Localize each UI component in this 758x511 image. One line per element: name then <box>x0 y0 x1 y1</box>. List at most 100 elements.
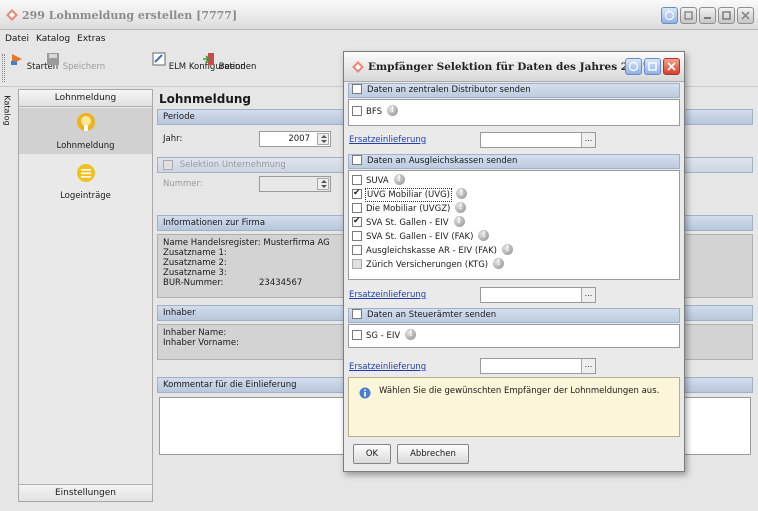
recipient-item-die-mobiliar[interactable]: Die Mobiliar (UVGZ) <box>352 201 467 215</box>
window-info-button[interactable] <box>661 7 678 24</box>
window-title: 299 Lohnmeldung erstellen [7777] <box>22 9 238 22</box>
browse-button-3[interactable]: ... <box>581 359 595 373</box>
start-icon <box>11 54 22 65</box>
dialog-info-button[interactable] <box>625 58 642 75</box>
distributor-checkbox[interactable] <box>352 83 362 94</box>
menu-datei[interactable]: Datei <box>5 34 29 44</box>
bulb-icon <box>76 113 95 131</box>
catalog-item-logeintraege[interactable]: Logeinträge <box>19 158 152 202</box>
quit-button[interactable]: Beenden <box>202 52 256 72</box>
info-icon[interactable] <box>493 257 505 269</box>
close-icon <box>667 62 676 71</box>
recipient-item-ausgleichskasse-ar[interactable]: Ausgleichskasse AR - EIV (FAK) <box>352 243 513 257</box>
catalog-item-label: Logeinträge <box>60 191 111 201</box>
section-steueraemter: Daten an Steuerämter senden <box>348 308 680 323</box>
recipient-item-sva-st-gallen-eiv[interactable]: SVA St. Gallen - EIV <box>352 215 465 229</box>
recipient-item-zuerich-versicherungen[interactable]: Zürich Versicherungen (KTG) <box>352 257 505 271</box>
year-label: Jahr: <box>163 134 183 144</box>
maximize-icon <box>648 62 657 71</box>
year-spinner[interactable]: 2007 <box>259 131 331 147</box>
section-ausgleichskassen: Daten an Ausgleichskassen senden <box>348 154 680 169</box>
distributor-list: BFS <box>348 99 680 126</box>
catalog-item-label: Lohnmeldung <box>56 141 115 151</box>
dialog-title: Empfänger Selektion für Daten des Jahres… <box>368 61 651 73</box>
recipient-item-sg-eiv[interactable]: SG - EIV <box>352 328 417 342</box>
menu-extras[interactable]: Extras <box>77 34 105 44</box>
window-controls <box>661 7 754 24</box>
quit-label: Beenden <box>218 62 257 72</box>
section-label: Daten an zentralen Distributor senden <box>367 85 531 95</box>
ok-button[interactable]: OK <box>353 444 391 464</box>
title-bar: 299 Lohnmeldung erstellen [7777] <box>0 0 758 30</box>
info-icon[interactable] <box>456 187 467 199</box>
recipient-checkbox[interactable] <box>352 105 362 116</box>
window-close-button[interactable] <box>737 7 754 24</box>
ausgleichskassen-list: SUVA UVG Mobiliar (UVG) Die Mobiliar (UV… <box>348 170 680 280</box>
app-logo-icon <box>352 61 364 73</box>
recipient-item-uvg-mobiliar[interactable]: UVG Mobiliar (UVG) <box>352 187 467 202</box>
close-icon <box>741 11 750 20</box>
replacement-field-1[interactable]: ... <box>480 132 596 148</box>
window-minimize-button[interactable] <box>699 7 716 24</box>
info-icon[interactable] <box>405 328 417 340</box>
list-icon <box>76 164 95 182</box>
main-window: 299 Lohnmeldung erstellen [7777] Datei K… <box>0 0 758 511</box>
catalog-header: Lohnmeldung <box>19 90 152 107</box>
window-restore-button[interactable] <box>680 7 697 24</box>
number-spinner[interactable] <box>259 176 331 192</box>
replacement-field-2[interactable]: ... <box>480 287 596 303</box>
menu-katalog[interactable]: Katalog <box>36 34 70 44</box>
replacement-link-2[interactable]: Ersatzeinlieferung <box>349 290 426 300</box>
catalog-item-lohnmeldung[interactable]: Lohnmeldung <box>19 108 152 154</box>
dialog-window-controls <box>625 58 680 75</box>
minimize-icon <box>704 17 711 19</box>
recipient-checkbox[interactable] <box>352 329 362 340</box>
recipient-checkbox[interactable] <box>352 230 362 241</box>
recipient-checkbox[interactable] <box>352 258 362 269</box>
menu-bar: Datei Katalog Extras <box>0 31 758 46</box>
selektion-checkbox[interactable] <box>163 159 173 170</box>
spinner-arrows-icon[interactable] <box>317 178 329 190</box>
section-distributor: Daten an zentralen Distributor senden <box>348 83 680 98</box>
recipient-checkbox[interactable] <box>352 244 362 255</box>
hint-message: Wählen Sie die gewünschten Empfänger der… <box>379 386 660 396</box>
toolbar-grip[interactable] <box>2 54 5 82</box>
dialog-maximize-button[interactable] <box>644 58 661 75</box>
cancel-button[interactable]: Abbrechen <box>397 444 469 464</box>
catalog-footer-settings[interactable]: Einstellungen <box>19 484 152 501</box>
recipient-checkbox[interactable] <box>352 202 362 213</box>
window-maximize-button[interactable] <box>718 7 735 24</box>
page-title: Lohnmeldung <box>159 92 251 106</box>
browse-button-2[interactable]: ... <box>581 288 595 302</box>
info-icon <box>628 61 639 72</box>
info-icon[interactable] <box>386 104 398 116</box>
recipient-checkbox[interactable] <box>352 215 362 227</box>
info-icon <box>664 10 675 21</box>
side-tab-katalog[interactable]: Katalog <box>2 92 16 132</box>
replacement-link-1[interactable]: Ersatzeinlieferung <box>349 135 426 145</box>
steueraemter-list: SG - EIV <box>348 324 680 348</box>
info-icon[interactable] <box>501 243 513 255</box>
dialog-close-button[interactable] <box>663 58 680 75</box>
number-label: Nummer: <box>163 179 203 189</box>
recipient-item-sva-st-gallen-fak[interactable]: SVA St. Gallen - EIV (FAK) <box>352 229 490 243</box>
recipient-checkbox[interactable] <box>352 174 362 185</box>
replacement-link-3[interactable]: Ersatzeinlieferung <box>349 362 426 372</box>
replacement-field-3[interactable]: ... <box>480 358 596 374</box>
recipient-item-bfs[interactable]: BFS <box>352 104 398 118</box>
info-icon[interactable] <box>455 201 467 213</box>
save-icon <box>47 53 59 65</box>
spinner-arrows-icon[interactable] <box>317 133 329 145</box>
section-label: Daten an Ausgleichskassen senden <box>367 156 518 166</box>
info-icon[interactable] <box>478 229 490 241</box>
info-icon[interactable] <box>453 215 465 227</box>
info-icon[interactable] <box>393 173 405 185</box>
info-icon <box>359 387 371 399</box>
recipient-checkbox[interactable] <box>352 187 362 199</box>
ausgleichskassen-checkbox[interactable] <box>352 154 362 165</box>
browse-button-1[interactable]: ... <box>581 133 595 147</box>
section-label: Daten an Steuerämter senden <box>367 310 497 320</box>
maximize-icon <box>722 11 731 20</box>
recipient-item-suva[interactable]: SUVA <box>352 173 405 187</box>
steueraemter-checkbox[interactable] <box>352 308 362 319</box>
